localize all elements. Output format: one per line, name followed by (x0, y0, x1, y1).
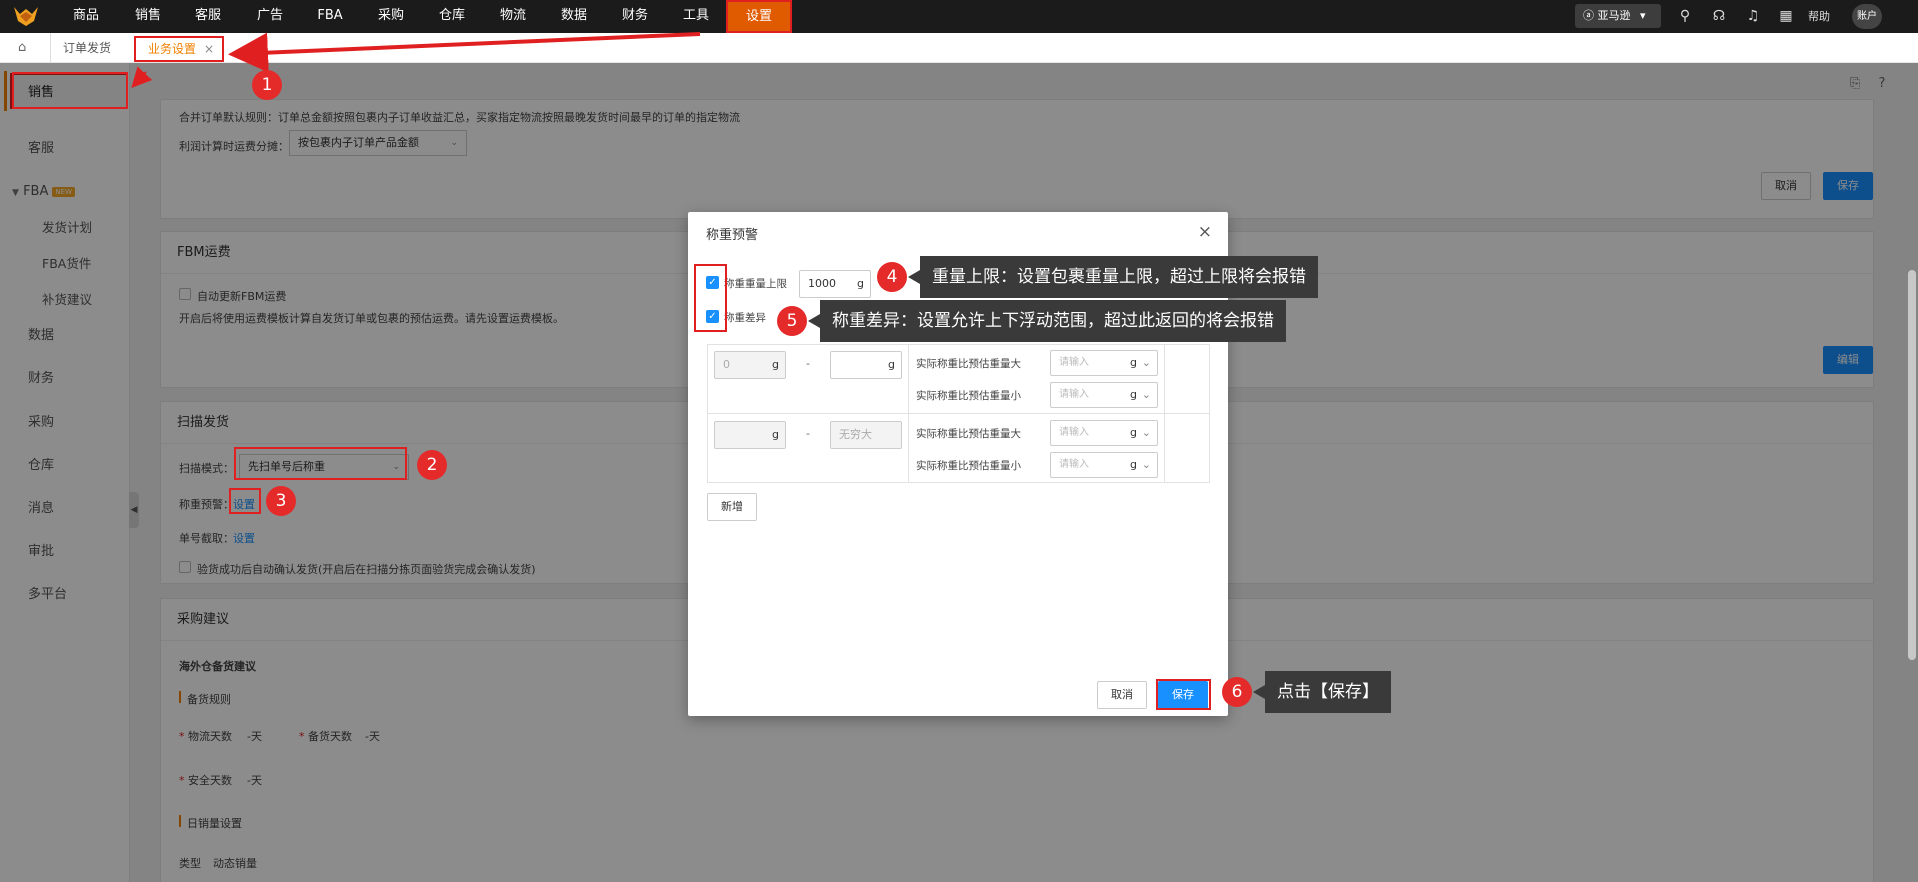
arrow-to-tab (228, 32, 701, 73)
step-6-marker: 6 (1222, 677, 1252, 707)
callout-weight-diff: 称重差异：设置允许上下浮动范围，超过此返回的将会报错 (808, 300, 1286, 342)
step-3-marker: 3 (266, 486, 296, 516)
annotation-arrows (131, 32, 701, 88)
callout-upper-limit: 重量上限：设置包裹重量上限，超过上限将会报错 (908, 256, 1318, 298)
step-1-marker: 1 (252, 70, 282, 100)
callout-save: 点击【保存】 (1253, 671, 1391, 713)
step-4-marker: 4 (877, 262, 907, 292)
step-5-marker: 5 (777, 306, 807, 336)
step-2-marker: 2 (417, 450, 447, 480)
arrow-to-sales (131, 66, 153, 88)
